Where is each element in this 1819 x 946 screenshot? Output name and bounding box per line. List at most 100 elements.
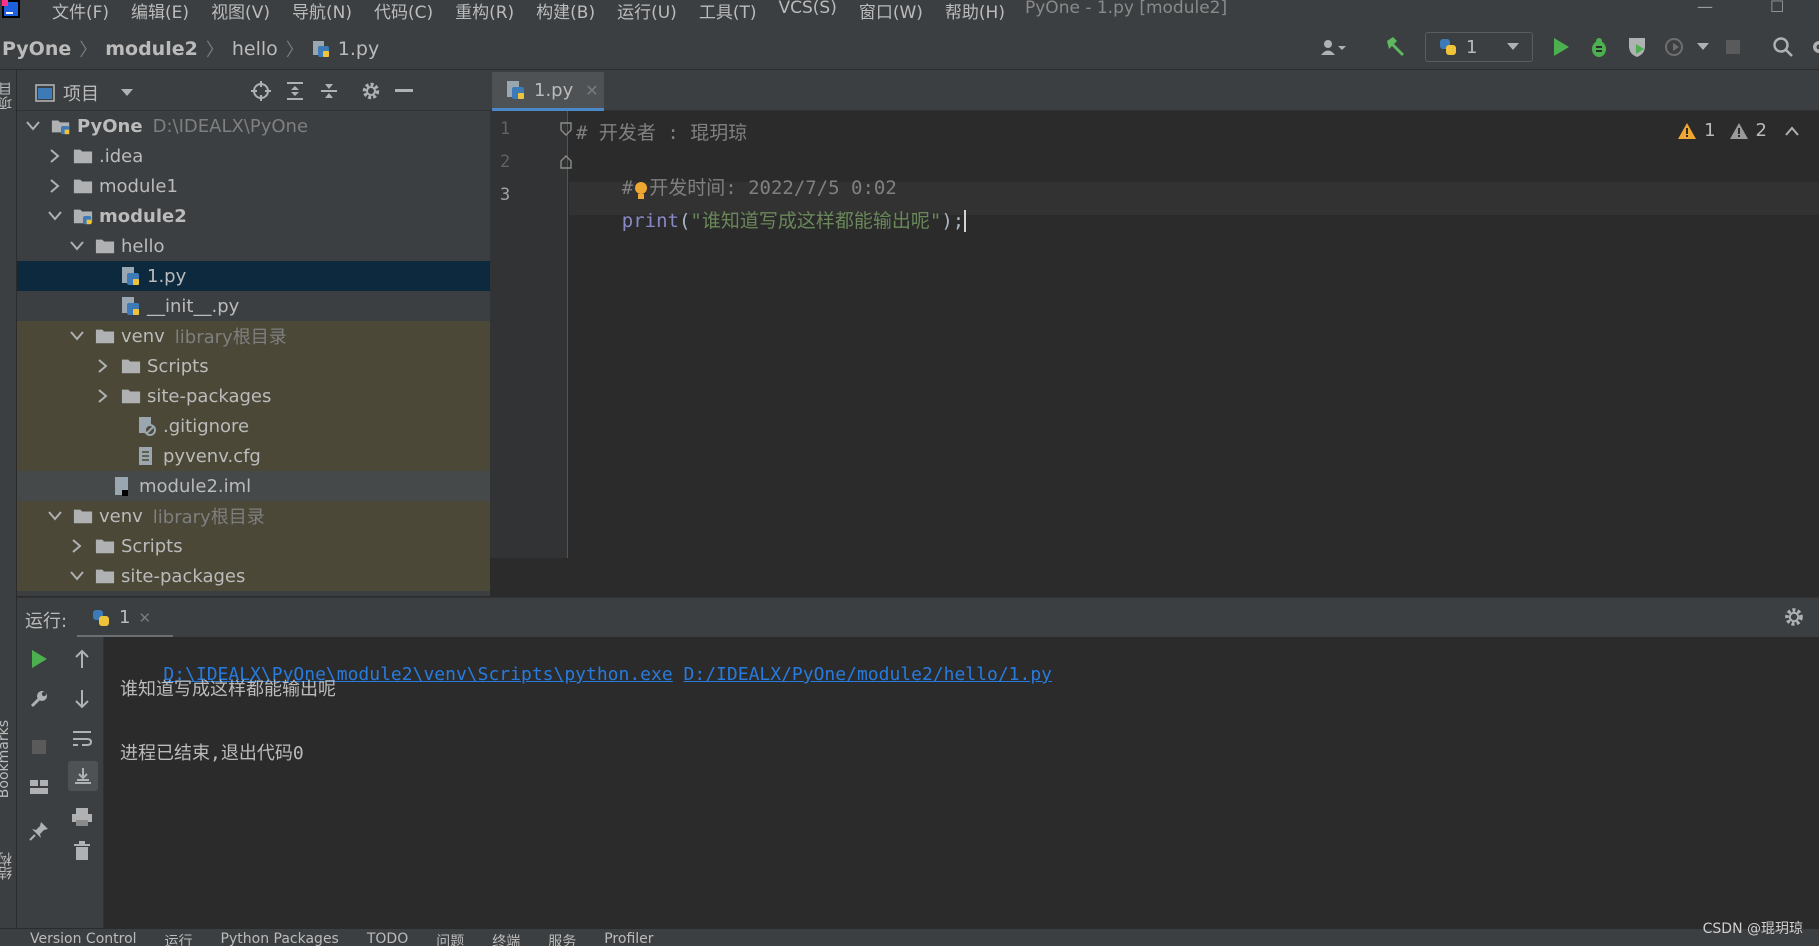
- tree-row-site-packages[interactable]: site-packages: [17, 381, 490, 411]
- close-icon[interactable]: ✕: [138, 609, 151, 627]
- print-icon[interactable]: [68, 803, 96, 831]
- tree-row-module1[interactable]: module1: [17, 171, 490, 201]
- tree-row-root-site-packages[interactable]: site-packages: [17, 561, 490, 591]
- tree-row-pyone[interactable]: PyOne D:\IDEALX\PyOne: [17, 111, 490, 141]
- soft-wrap-icon[interactable]: [68, 725, 96, 753]
- collapse-all-icon[interactable]: [317, 79, 341, 103]
- menu-tools[interactable]: 工具(T): [699, 0, 757, 23]
- watermark: CSDN @琨玥琼: [1702, 921, 1803, 937]
- fold-marker-icon[interactable]: [560, 122, 572, 136]
- tool-problems[interactable]: 问题: [436, 931, 464, 946]
- chevron-down-icon[interactable]: [69, 568, 85, 584]
- trash-icon[interactable]: [68, 837, 96, 865]
- stop-icon[interactable]: [25, 733, 53, 761]
- arrow-up-icon[interactable]: [68, 645, 96, 673]
- search-icon[interactable]: [1770, 35, 1796, 59]
- user-icon[interactable]: [1320, 35, 1346, 59]
- breadcrumb-module[interactable]: module2: [105, 38, 198, 60]
- expand-all-icon[interactable]: [283, 79, 307, 103]
- chevron-down-icon[interactable]: [69, 328, 85, 344]
- menu-edit[interactable]: 编辑(E): [131, 0, 189, 23]
- wrench-icon[interactable]: [25, 685, 53, 713]
- breadcrumb-file[interactable]: 1.py: [338, 38, 379, 60]
- chevron-right-icon[interactable]: [69, 538, 85, 554]
- structure-tool-button[interactable]: 结构: [0, 852, 16, 880]
- tree-row-module2[interactable]: module2: [17, 201, 490, 231]
- chevron-down-icon[interactable]: [47, 208, 63, 224]
- tool-version-control[interactable]: Version Control: [30, 931, 137, 946]
- build-hammer-icon[interactable]: [1382, 35, 1408, 59]
- menu-build[interactable]: 构建(B): [536, 0, 595, 23]
- close-icon[interactable]: ✕: [585, 81, 598, 100]
- run-console[interactable]: D:\IDEALX\PyOne\module2\venv\Scripts\pyt…: [104, 637, 1819, 936]
- chevron-right-icon[interactable]: [95, 358, 111, 374]
- chevron-down-icon[interactable]: [47, 508, 63, 524]
- run-icon[interactable]: [1548, 35, 1574, 59]
- gear-icon[interactable]: [359, 79, 383, 103]
- menu-view[interactable]: 视图(V): [211, 0, 270, 23]
- tool-terminal[interactable]: 终端: [492, 931, 520, 946]
- breadcrumb-folder[interactable]: hello: [232, 38, 278, 60]
- tool-todo[interactable]: TODO: [367, 931, 408, 946]
- settings-icon[interactable]: [1805, 35, 1819, 59]
- code-line-3[interactable]: print("谁知道写成这样都能输出呢");: [576, 184, 967, 255]
- bookmarks-tool-button[interactable]: Bookmarks: [0, 720, 12, 798]
- config-file-icon: [137, 447, 157, 465]
- tree-row-gitignore[interactable]: .gitignore: [17, 411, 490, 441]
- tree-row-root-scripts[interactable]: Scripts: [17, 531, 490, 561]
- code-line-1[interactable]: # 开发者 : 琨玥琼: [576, 118, 747, 145]
- tree-row-init[interactable]: __init__.py: [17, 291, 490, 321]
- tree-row-venv[interactable]: venv library根目录: [17, 321, 490, 351]
- tool-services[interactable]: 服务: [548, 931, 576, 946]
- pin-icon[interactable]: [25, 817, 53, 845]
- menu-navigate[interactable]: 导航(N): [292, 0, 352, 23]
- tool-python-packages[interactable]: Python Packages: [221, 931, 339, 946]
- layout-icon[interactable]: [25, 773, 53, 801]
- rerun-icon[interactable]: [25, 645, 53, 673]
- fold-marker-icon[interactable]: [560, 155, 572, 169]
- profile-icon[interactable]: [1662, 35, 1688, 59]
- editor-tab-1py[interactable]: 1.py ✕: [492, 72, 604, 111]
- inspection-widget[interactable]: 1 2: [1678, 120, 1799, 141]
- breadcrumb-project[interactable]: PyOne: [2, 38, 71, 60]
- menu-refactor[interactable]: 重构(R): [455, 0, 514, 23]
- arrow-down-icon[interactable]: [68, 685, 96, 713]
- coverage-shield-icon[interactable]: [1624, 35, 1650, 59]
- menu-window[interactable]: 窗口(W): [859, 0, 923, 23]
- scroll-to-end-icon[interactable]: [68, 761, 98, 791]
- tree-row-hello[interactable]: hello: [17, 231, 490, 261]
- project-view-select[interactable]: 项目: [35, 80, 133, 106]
- chevron-up-icon[interactable]: [1785, 125, 1799, 136]
- menu-file[interactable]: 文件(F): [52, 0, 109, 23]
- tree-row-idea[interactable]: .idea: [17, 141, 490, 171]
- weak-warning-icon: [1729, 122, 1748, 139]
- chevron-right-icon[interactable]: [47, 148, 63, 164]
- tool-profiler[interactable]: Profiler: [604, 931, 653, 946]
- locate-target-icon[interactable]: [249, 79, 273, 103]
- project-tool-button[interactable]: 项目: [0, 82, 16, 110]
- run-tab-1[interactable]: 1 ✕: [77, 600, 173, 638]
- chevron-right-icon[interactable]: [95, 388, 111, 404]
- tool-run[interactable]: 运行: [165, 931, 193, 946]
- menu-vcs[interactable]: VCS(S): [778, 0, 836, 23]
- menu-run[interactable]: 运行(U): [617, 0, 677, 23]
- run-configuration-select[interactable]: 1: [1425, 32, 1533, 62]
- menu-code[interactable]: 代码(C): [374, 0, 433, 23]
- script-path-link[interactable]: D:/IDEALX/PyOne/module2/hello/1.py: [684, 664, 1052, 685]
- tree-row-1py[interactable]: 1.py: [17, 261, 490, 291]
- minimize-icon[interactable]: —: [1697, 0, 1713, 16]
- gear-icon[interactable]: [1783, 606, 1805, 628]
- tree-row-pyvenv[interactable]: pyvenv.cfg: [17, 441, 490, 471]
- maximize-icon[interactable]: ☐: [1770, 0, 1784, 16]
- stop-icon[interactable]: [1720, 35, 1746, 59]
- hide-panel-icon[interactable]: [392, 79, 416, 103]
- tree-row-scripts[interactable]: Scripts: [17, 351, 490, 381]
- chevron-down-icon[interactable]: [1690, 35, 1716, 59]
- menu-help[interactable]: 帮助(H): [945, 0, 1005, 23]
- debug-bug-icon[interactable]: [1586, 35, 1612, 59]
- chevron-down-icon[interactable]: [25, 118, 41, 134]
- tree-row-root-venv[interactable]: venv library根目录: [17, 501, 490, 531]
- tree-row-module2-iml[interactable]: module2.iml: [17, 471, 490, 501]
- chevron-down-icon[interactable]: [69, 238, 85, 254]
- chevron-right-icon[interactable]: [47, 178, 63, 194]
